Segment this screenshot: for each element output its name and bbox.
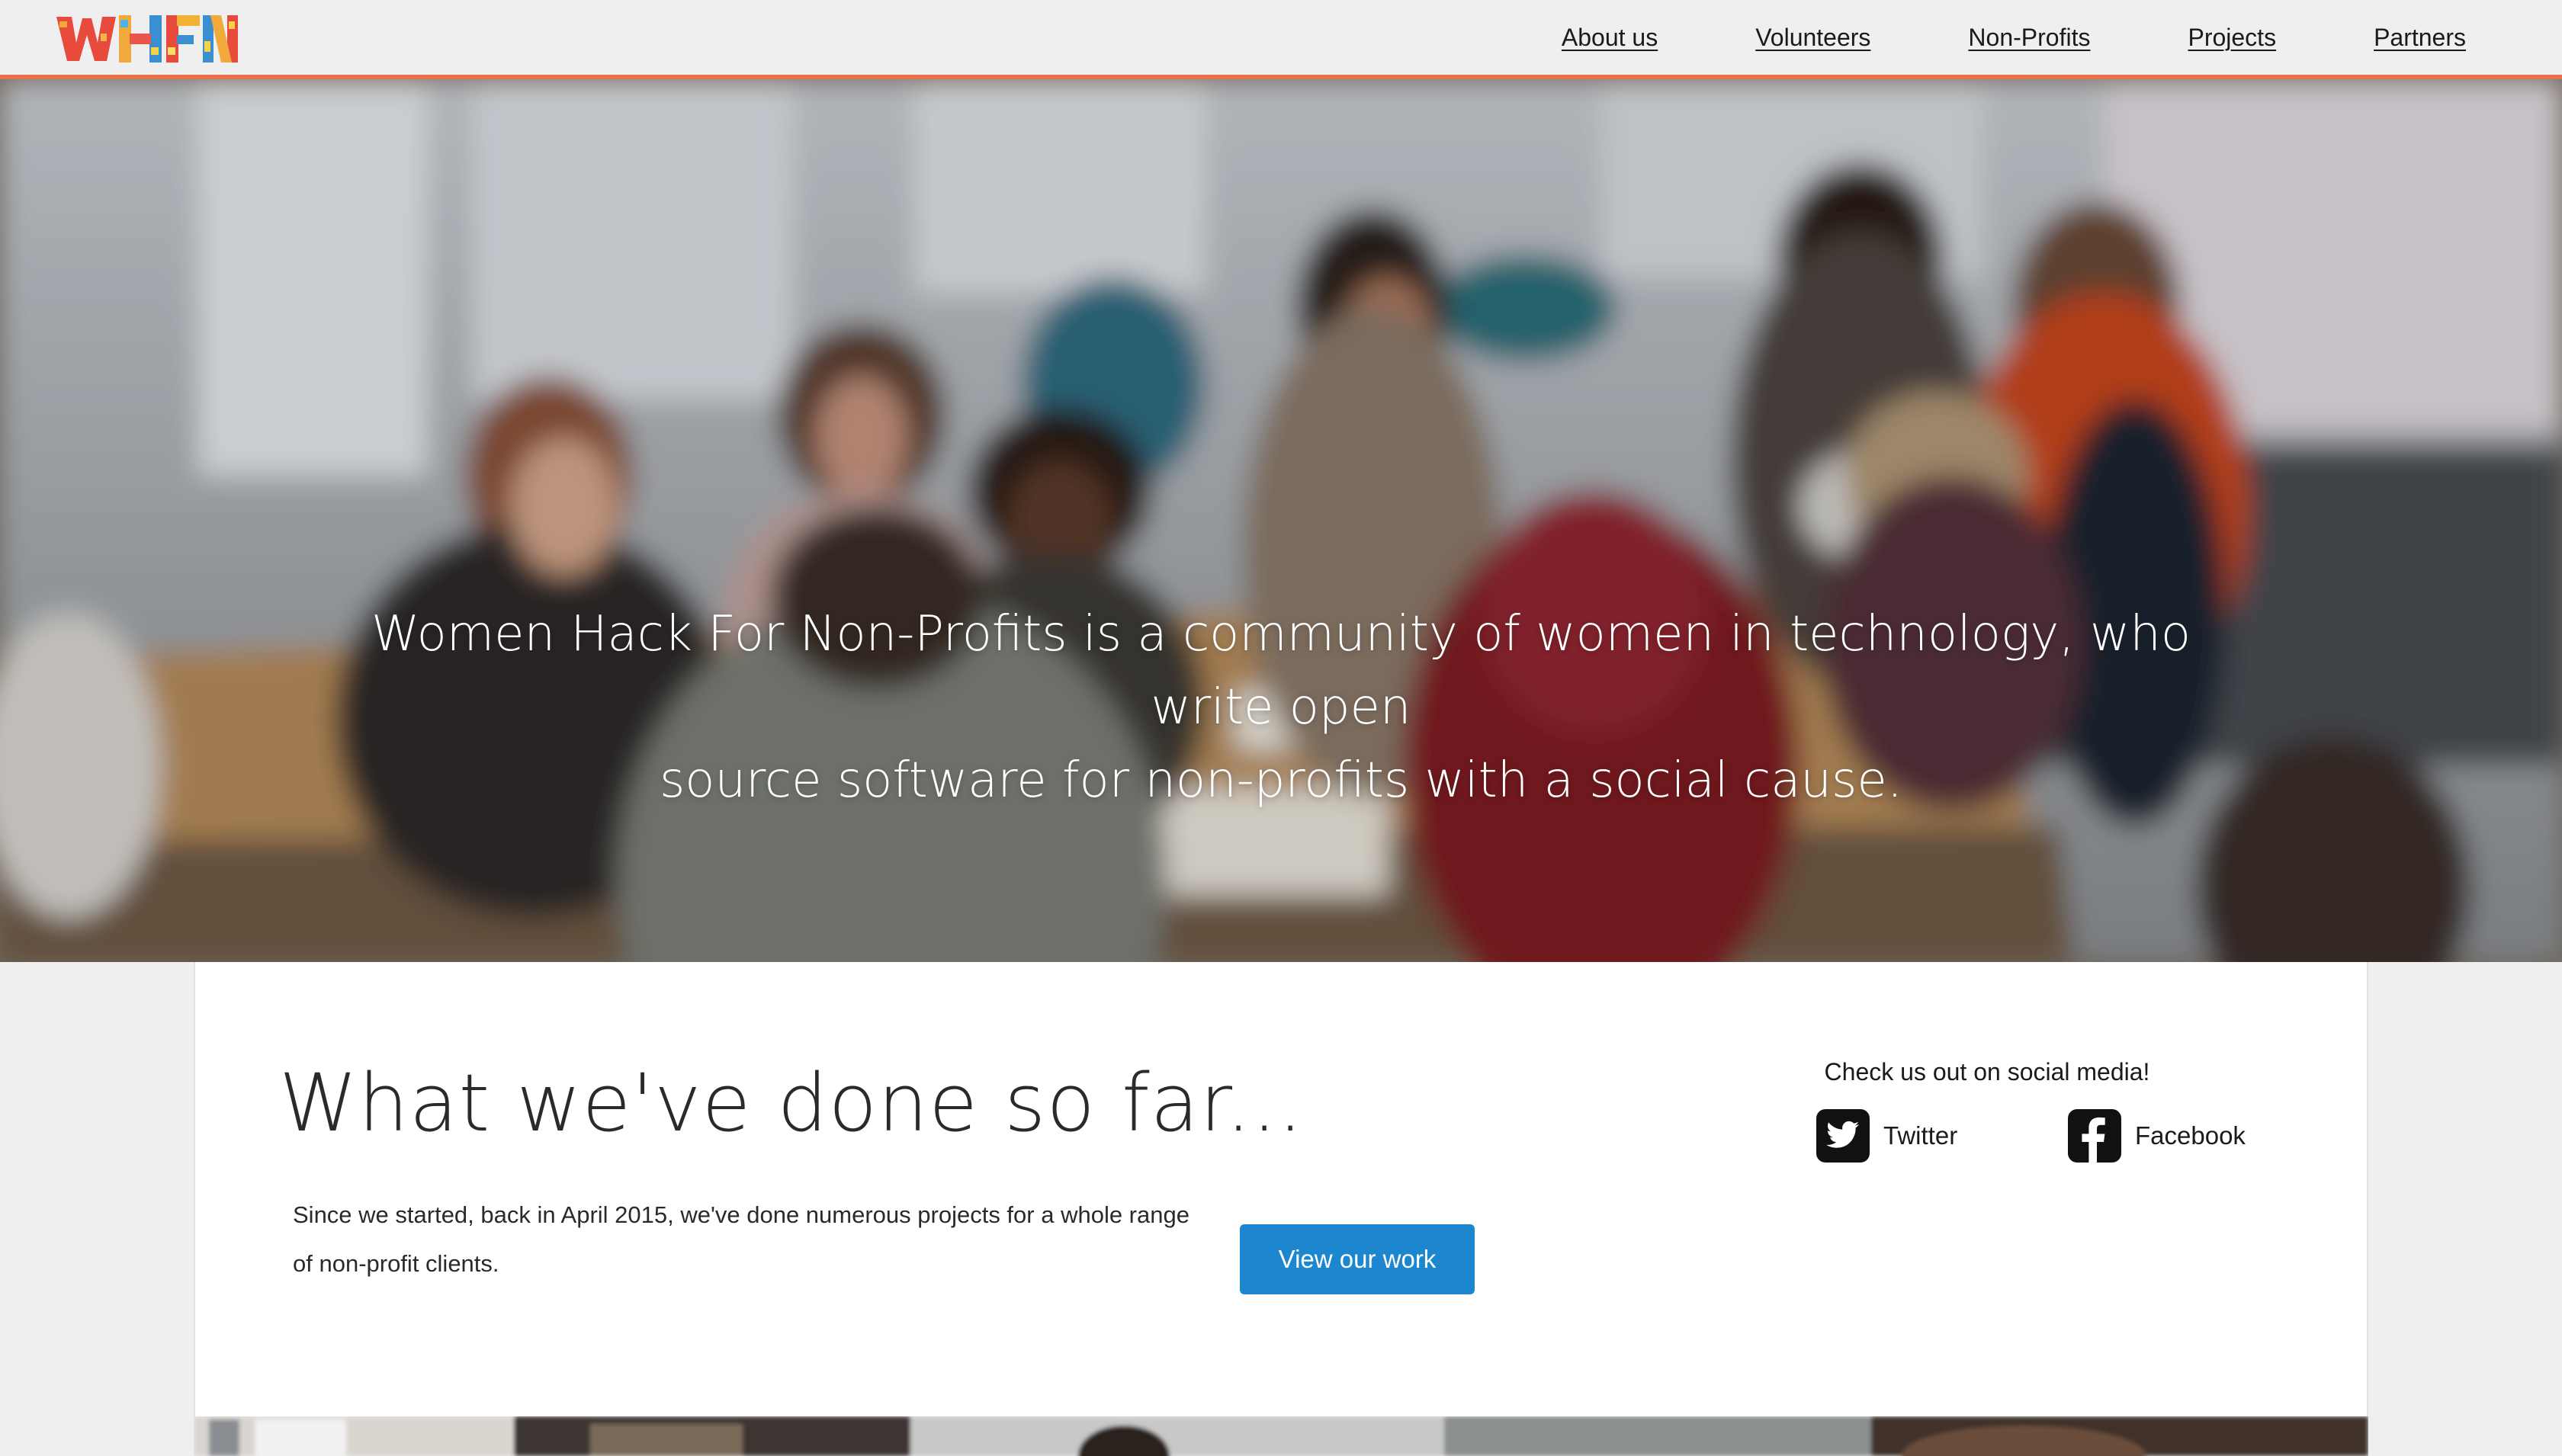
facebook-link[interactable]: Facebook bbox=[2068, 1108, 2246, 1163]
twitter-link[interactable]: Twitter bbox=[1816, 1108, 1957, 1163]
hero-banner: Women Hack For Non-Profits is a communit… bbox=[0, 79, 2562, 962]
view-our-work-button[interactable]: View our work bbox=[1240, 1224, 1475, 1294]
site-header: About us Volunteers Non-Profits Projects… bbox=[0, 0, 2562, 79]
hero-background-photo bbox=[0, 79, 2562, 962]
hero-tagline-line-1: Women Hack For Non-Profits is a communit… bbox=[371, 606, 2191, 736]
section-description-line-2: of non-profit clients. bbox=[293, 1250, 499, 1277]
facebook-icon bbox=[2068, 1109, 2121, 1163]
twitter-label: Twitter bbox=[1883, 1121, 1958, 1150]
whfn-logo[interactable] bbox=[55, 11, 241, 67]
hero-tagline-line-2: source software for non-profits with a s… bbox=[659, 752, 1903, 809]
achievements-card: What we've done so far... Since we start… bbox=[194, 962, 2368, 1416]
nav-about-us[interactable]: About us bbox=[1562, 24, 1658, 52]
section-title: What we've done so far... bbox=[279, 1057, 1304, 1150]
nav-non-profits[interactable]: Non-Profits bbox=[1968, 24, 2090, 52]
logo-graphic bbox=[56, 15, 238, 63]
section-description-line-1: Since we started, back in April 2015, we… bbox=[293, 1201, 1190, 1228]
facebook-label: Facebook bbox=[2135, 1121, 2246, 1150]
hero-tagline: Women Hack For Non-Profits is a communit… bbox=[336, 598, 2226, 817]
social-media-heading: Check us out on social media! bbox=[1824, 1058, 2150, 1086]
main-nav: About us Volunteers Non-Profits Projects… bbox=[1464, 0, 2466, 75]
section-description: Since we started, back in April 2015, we… bbox=[293, 1191, 1246, 1288]
project-photos bbox=[194, 1416, 2368, 1456]
project-photos-strip bbox=[194, 1416, 2368, 1456]
nav-partners[interactable]: Partners bbox=[2374, 24, 2466, 52]
twitter-icon bbox=[1816, 1109, 1870, 1163]
nav-volunteers[interactable]: Volunteers bbox=[1755, 24, 1870, 52]
nav-projects[interactable]: Projects bbox=[2188, 24, 2276, 52]
